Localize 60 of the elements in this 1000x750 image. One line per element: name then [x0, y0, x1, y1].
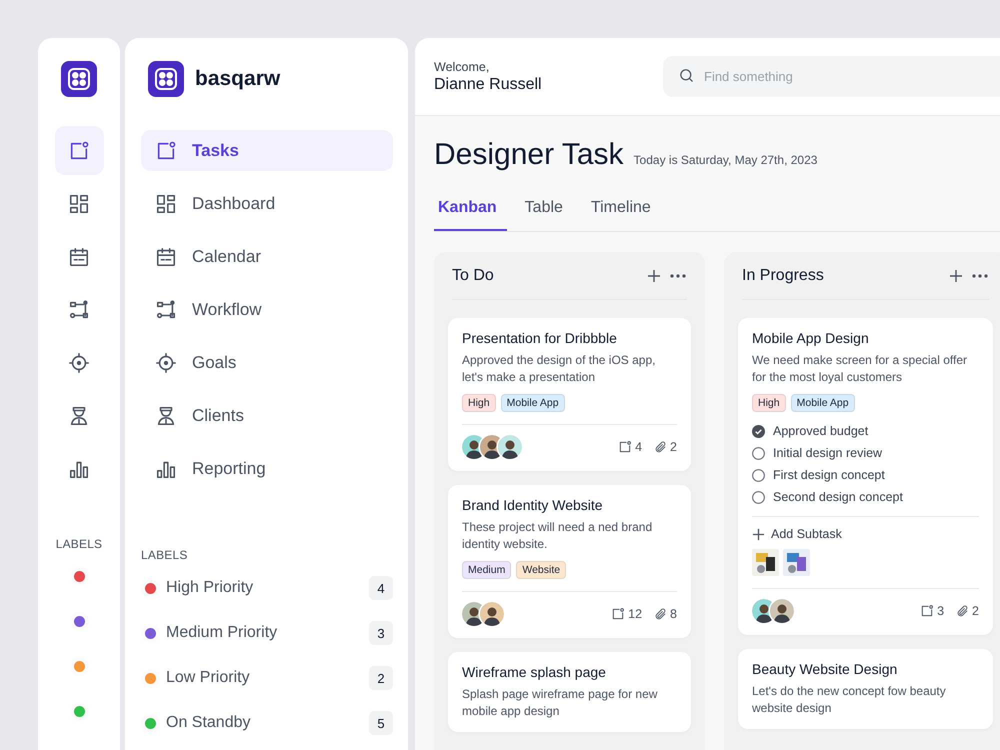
task-card[interactable]: Mobile App Design We need make screen for a special offer for the most loyal customers High Mobile App Approved budget Initial design review First design concept Second design concept Add Subtask 3 2	[738, 318, 993, 635]
label-name[interactable]: On Standby	[166, 714, 359, 732]
brand-name: basqarw	[195, 67, 280, 91]
count-badge: 2	[369, 666, 393, 690]
task-card[interactable]: Beauty Website Design Let's do the new concept fow beauty website design	[738, 649, 993, 729]
subtask-label: Second design concept	[773, 490, 903, 504]
tag: Medium	[462, 561, 512, 579]
date-text: Today is Saturday, May 27th, 2023	[634, 153, 818, 167]
subtask-count: 4	[635, 440, 642, 454]
tag: Website	[516, 561, 566, 579]
card-title: Beauty Website Design	[752, 661, 898, 677]
labels-heading: LABELS	[141, 548, 188, 562]
task-card[interactable]: Presentation for Dribbble Approved the design of the iOS app, let's make a presentation High Mobile App 4 2	[448, 318, 691, 471]
nav-item[interactable]: Calendar	[141, 236, 393, 277]
card-title: Wireframe splash page	[462, 664, 607, 680]
count-badge: 4	[369, 576, 393, 600]
count-badge: 5	[369, 711, 393, 735]
label-name[interactable]: Medium Priority	[166, 624, 359, 642]
tag: Mobile App	[500, 394, 565, 412]
column-title: To Do	[452, 266, 495, 284]
column-title: In Progress	[742, 266, 825, 284]
tab[interactable]: Table	[520, 187, 573, 231]
labels-heading: LABELS	[56, 537, 102, 551]
tag: Mobile App	[790, 394, 855, 412]
attachment-count: 8	[670, 607, 677, 621]
nav-item[interactable]: Reporting	[141, 448, 393, 489]
attachment-count: 2	[972, 604, 979, 618]
card-title: Brand Identity Website	[462, 497, 604, 513]
count-badge: 3	[369, 621, 393, 645]
tab[interactable]: Kanban	[434, 187, 507, 231]
page-title: Designer Task	[434, 138, 624, 172]
search-field[interactable]: Find something	[663, 56, 1000, 97]
card-description: These project will need a ned brand identity website.	[462, 519, 654, 553]
nav-item[interactable]: Tasks	[141, 130, 393, 171]
add-subtask-button[interactable]: Add Subtask	[752, 527, 842, 541]
card-description: We need make screen for a special offer for the most loyal customers	[752, 352, 968, 386]
task-card[interactable]: Brand Identity Website These project will need a ned brand identity website. Medium Website 12 8	[448, 485, 691, 638]
card-description: Let's do the new concept fow beauty website design	[752, 683, 947, 717]
subtask-label: Approved budget	[773, 424, 868, 438]
task-card[interactable]: Wireframe splash page Splash page wireframe page for new mobile app design	[448, 652, 691, 732]
nav-item[interactable]: Goals	[141, 342, 393, 383]
card-description: Approved the design of the iOS app, let's make a presentation	[462, 352, 656, 386]
nav-item[interactable]: Clients	[141, 395, 393, 436]
user-name: Dianne Russell	[434, 76, 543, 94]
label-name[interactable]: High Priority	[166, 579, 359, 597]
welcome-text: Welcome,	[434, 60, 490, 74]
card-title: Presentation for Dribbble	[462, 330, 618, 346]
attachment-count: 2	[670, 440, 677, 454]
subtask-count: 12	[628, 607, 642, 621]
tag: High	[752, 394, 786, 412]
subtask-label: First design concept	[773, 468, 885, 482]
subtask-label: Initial design review	[773, 446, 882, 460]
nav-item[interactable]: Dashboard	[141, 183, 393, 224]
card-title: Mobile App Design	[752, 330, 870, 346]
card-description: Splash page wireframe page for new mobile app design	[462, 686, 658, 720]
tag: High	[462, 394, 496, 412]
nav-item[interactable]: Workflow	[141, 289, 393, 330]
label-name[interactable]: Low Priority	[166, 669, 359, 687]
tab[interactable]: Timeline	[586, 187, 661, 231]
subtask-count: 3	[937, 604, 944, 618]
